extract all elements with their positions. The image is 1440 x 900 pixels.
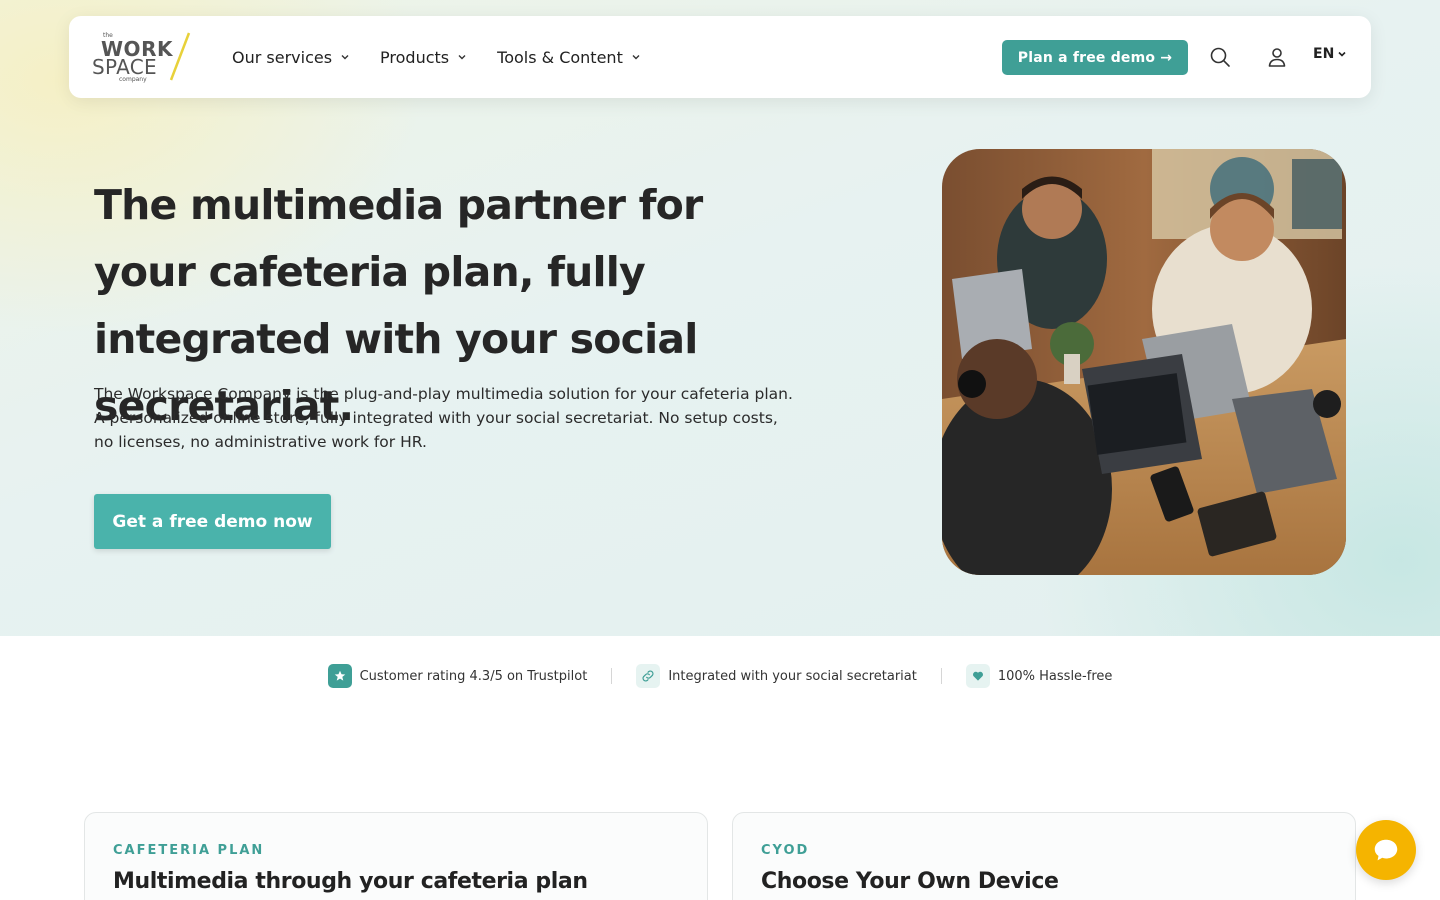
main-nav: Our services Products Tools & Content [232,16,671,98]
chevron-down-icon [458,55,466,60]
plan-demo-button[interactable]: Plan a free demo → [1002,40,1188,75]
search-icon[interactable] [1208,45,1232,69]
card-title: Choose Your Own Device [761,869,1059,894]
language-selector[interactable]: EN [1313,46,1347,62]
language-label: EN [1313,46,1335,62]
card-eyebrow: CYOD [761,843,810,858]
hero-image [942,149,1346,575]
svg-text:company: company [119,76,147,83]
badge-text: 100% Hassle-free [997,668,1113,684]
card-title: Multimedia through your cafeteria plan [113,869,588,894]
heart-icon [965,664,990,688]
card-eyebrow: CAFETERIA PLAN [113,843,265,858]
link-icon [636,664,661,688]
chevron-down-icon [1338,51,1346,57]
hero-subtitle: The Workspace Company is the plug-and-pl… [94,385,793,451]
navbar: the WORK SPACE company Our services Prod… [69,16,1371,98]
badge-text: Integrated with your social secretariat [668,668,917,684]
company-logo[interactable]: the WORK SPACE company [91,28,195,84]
badge-integration: Integrated with your social secretariat [636,664,917,688]
nav-products[interactable]: Products [380,48,467,67]
card-cafeteria-plan[interactable]: CAFETERIA PLAN Multimedia through your c… [84,812,708,900]
trust-badges: Customer rating 4.3/5 on Trustpilot Inte… [0,662,1440,690]
nav-label: Products [380,47,450,67]
get-demo-button[interactable]: Get a free demo now [94,494,331,549]
divider [611,668,613,684]
nav-our-services[interactable]: Our services [232,48,350,67]
badge-hassle-free: 100% Hassle-free [965,664,1113,688]
badge-text: Customer rating 4.3/5 on Trustpilot [359,668,588,684]
badge-trustpilot: Customer rating 4.3/5 on Trustpilot [327,664,588,688]
user-icon[interactable] [1265,45,1289,69]
card-cyod[interactable]: CYOD Choose Your Own Device [732,812,1356,900]
chat-icon [1374,839,1398,861]
chevron-down-icon [632,55,640,60]
divider [940,668,942,684]
nav-label: Tools & Content [497,47,623,67]
chat-button[interactable] [1356,820,1416,880]
nav-label: Our services [232,47,333,67]
chevron-down-icon [341,55,349,60]
nav-tools-content[interactable]: Tools & Content [497,48,641,67]
star-icon [327,664,352,688]
